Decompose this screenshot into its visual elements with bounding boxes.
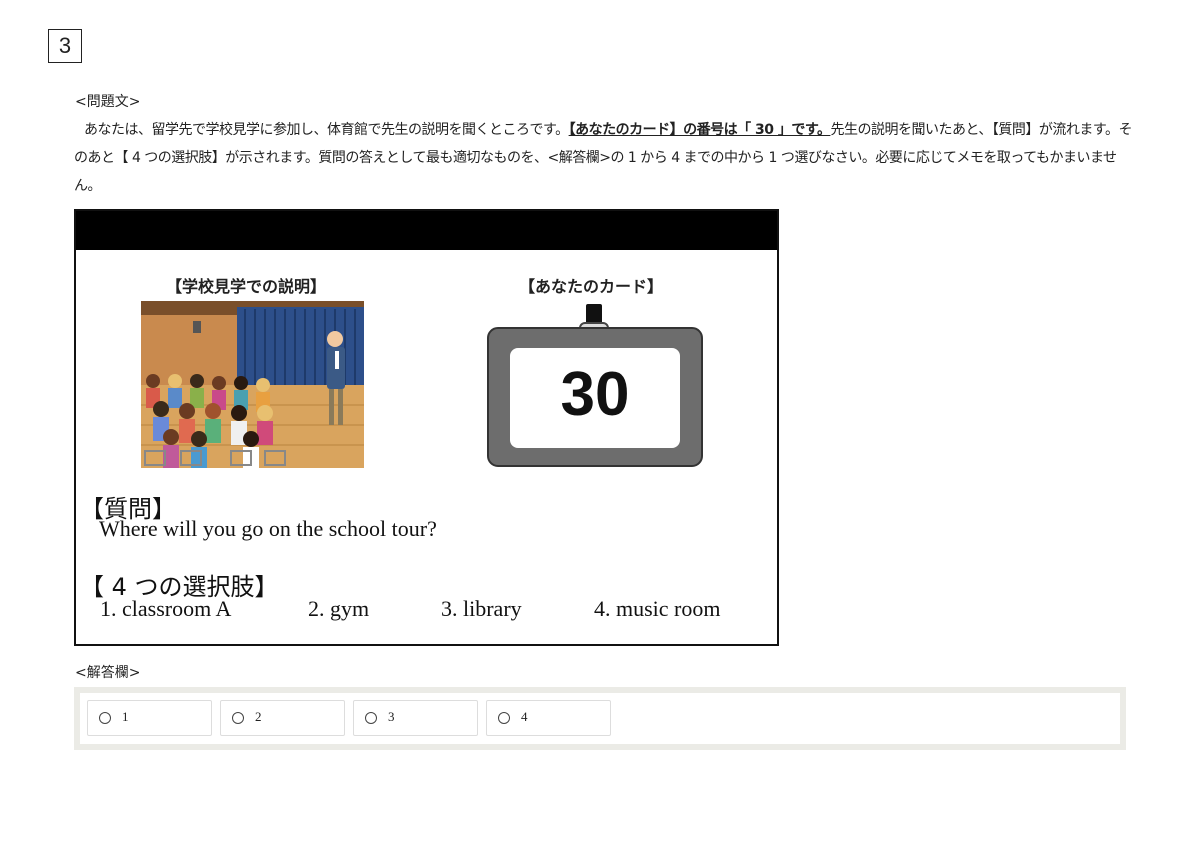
problem-text-emphasis: 【あなたのカード】の番号は「 30 」です。 xyxy=(568,122,831,138)
option-3: 3. library xyxy=(441,596,522,621)
option-2: 2. gym xyxy=(308,596,370,621)
question-number: 3 xyxy=(48,29,82,63)
answer-choice-3[interactable]: 3 xyxy=(353,700,478,736)
caption-explanation: 【学校見学での説明】 xyxy=(166,277,327,296)
option-1: 1. classroom A xyxy=(100,596,232,621)
problem-text: あなたは、留学先で学校見学に参加し、体育館で先生の説明を聞くところです。【あなた… xyxy=(74,116,1134,200)
answer-choice-label: 4 xyxy=(521,709,528,724)
answer-box: 1 2 3 4 xyxy=(74,687,1126,750)
panel-header-bar xyxy=(76,211,777,250)
answer-choices: 1 2 3 4 xyxy=(80,693,1120,744)
question-text: Where will you go on the school tour? xyxy=(99,516,437,541)
answer-choice-label: 3 xyxy=(388,709,395,724)
caption-card: 【あなたのカード】 xyxy=(519,277,664,296)
answer-heading: <解答欄> xyxy=(75,665,141,681)
radio-button[interactable] xyxy=(232,712,244,724)
radio-button[interactable] xyxy=(365,712,377,724)
radio-button[interactable] xyxy=(99,712,111,724)
answer-choice-1[interactable]: 1 xyxy=(87,700,212,736)
answer-choice-2[interactable]: 2 xyxy=(220,700,345,736)
problem-text-before: あなたは、留学先で学校見学に参加し、体育館で先生の説明を聞くところです。 xyxy=(84,122,569,138)
gym-illustration xyxy=(141,301,364,468)
answer-choice-label: 1 xyxy=(122,709,129,724)
card-number: 30 xyxy=(560,360,630,429)
problem-heading: <問題文> xyxy=(75,94,141,110)
answer-choice-label: 2 xyxy=(255,709,262,724)
listening-panel: 【学校見学での説明】 【あなたのカード】 30 【質問】 Where will … xyxy=(74,209,779,646)
radio-button[interactable] xyxy=(498,712,510,724)
answer-choice-4[interactable]: 4 xyxy=(486,700,611,736)
option-4: 4. music room xyxy=(594,596,721,621)
